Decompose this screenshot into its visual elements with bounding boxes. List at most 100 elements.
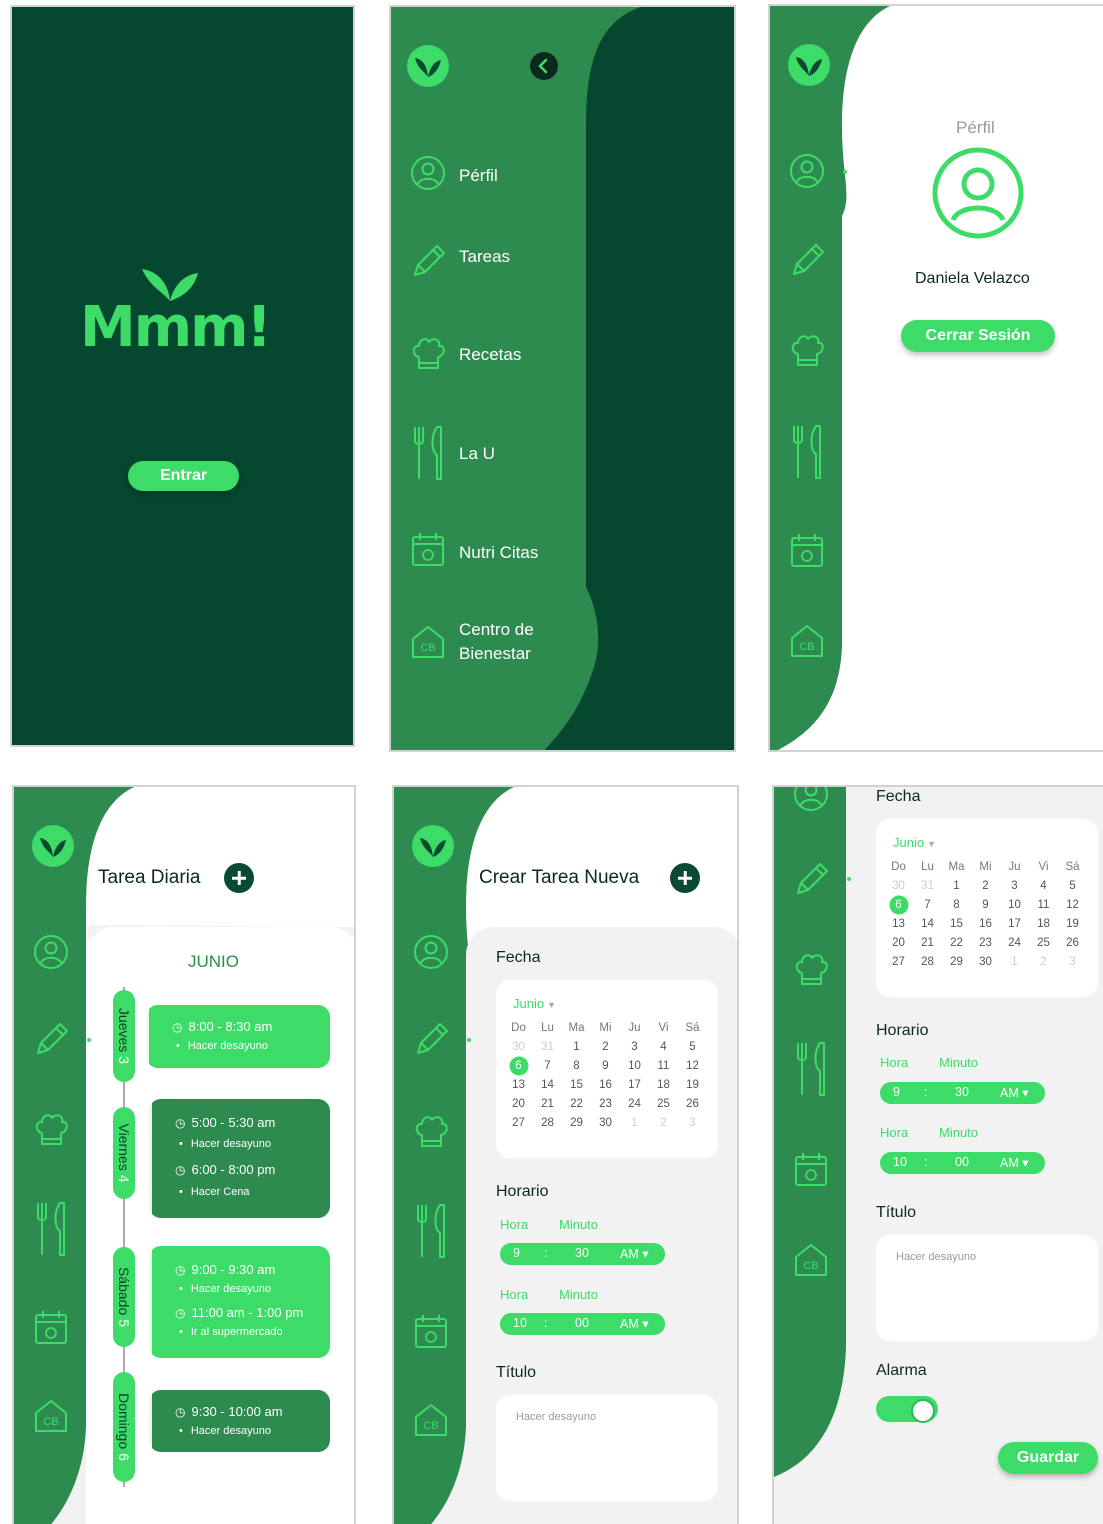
cb-house-icon[interactable]: CB	[32, 1397, 70, 1435]
chef-hat-icon[interactable]	[32, 1111, 70, 1149]
calendar-day[interactable]: 12	[678, 1058, 707, 1074]
calendar-day[interactable]: 19	[1058, 916, 1087, 932]
calendar-apple-icon[interactable]	[32, 1309, 70, 1347]
calendar-day[interactable]: 17	[620, 1077, 649, 1093]
calendar-day[interactable]: 27	[884, 954, 913, 970]
calendar-day[interactable]: 23	[971, 935, 1000, 951]
user-icon[interactable]	[788, 152, 826, 190]
calendar-day[interactable]: 17	[1000, 916, 1029, 932]
cb-house-icon[interactable]: CB	[412, 1401, 450, 1439]
fork-knife-icon[interactable]	[788, 424, 826, 480]
calendar-day[interactable]: 9	[591, 1058, 620, 1074]
calendar-day[interactable]: 30	[884, 878, 913, 894]
save-button[interactable]: Guardar	[998, 1442, 1098, 1474]
alarm-toggle[interactable]	[876, 1396, 938, 1423]
calendar-day[interactable]: 31	[913, 878, 942, 894]
calendar-day[interactable]: 25	[649, 1096, 678, 1112]
calendar-day[interactable]: 29	[562, 1115, 591, 1131]
task-card[interactable]: 9:00 - 9:30 am Hacer desayuno 11:00 am -…	[149, 1246, 330, 1358]
calendar-day[interactable]: 1	[942, 878, 971, 894]
end-time-picker[interactable]: 10 : 00 AM ▾	[880, 1152, 1045, 1174]
end-time-picker[interactable]: 10 : 00 AM ▾	[500, 1313, 665, 1335]
calendar-day[interactable]: 24	[1000, 935, 1029, 951]
fork-knife-icon[interactable]	[32, 1201, 70, 1257]
calendar-day[interactable]: 25	[1029, 935, 1058, 951]
calendar-day[interactable]: 22	[942, 935, 971, 951]
calendar-day[interactable]: 1	[562, 1039, 591, 1055]
calendar-day[interactable]: 10	[1000, 897, 1029, 913]
calendar-day[interactable]: 11	[649, 1058, 678, 1074]
calendar-day[interactable]: 3	[678, 1115, 707, 1131]
title-input[interactable]: Hacer desayuno	[496, 1395, 718, 1501]
pencil-icon[interactable]	[792, 861, 830, 899]
calendar-grid[interactable]: Do Lu Ma Mi Ju Vi Sá 30 31 1 2 3 4 5 6 7 8 9 10 11 12 13 14 15 1…	[504, 1020, 707, 1131]
calendar-day[interactable]: 12	[1058, 897, 1087, 913]
calendar-day[interactable]: 18	[1029, 916, 1058, 932]
app-logo-icon[interactable]	[788, 44, 830, 86]
calendar-day[interactable]: 15	[942, 916, 971, 932]
pencil-icon[interactable]	[788, 242, 826, 280]
calendar-apple-icon[interactable]	[792, 1151, 830, 1189]
calendar-day[interactable]: 30	[591, 1115, 620, 1131]
task-card[interactable]: 8:00 - 8:30 am Hacer desayuno	[146, 1005, 330, 1068]
calendar-day[interactable]: 13	[884, 916, 913, 932]
calendar-day[interactable]: 15	[562, 1077, 591, 1093]
chef-hat-icon[interactable]	[792, 951, 830, 989]
calendar-day[interactable]: 10	[620, 1058, 649, 1074]
user-icon[interactable]	[412, 933, 450, 971]
calendar-day[interactable]: 19	[678, 1077, 707, 1093]
calendar-day-selected[interactable]: 6	[504, 1058, 533, 1074]
calendar-day[interactable]: 3	[620, 1039, 649, 1055]
calendar-day[interactable]: 31	[533, 1039, 562, 1055]
calendar-day[interactable]: 2	[971, 878, 1000, 894]
chef-hat-icon[interactable]	[412, 1113, 450, 1151]
calendar-day[interactable]: 8	[562, 1058, 591, 1074]
calendar-day[interactable]: 1	[1000, 954, 1029, 970]
calendar-day[interactable]: 8	[942, 897, 971, 913]
calendar-day[interactable]: 2	[649, 1115, 678, 1131]
cb-house-icon[interactable]: CB	[788, 622, 826, 660]
calendar-day[interactable]: 28	[533, 1115, 562, 1131]
calendar-day[interactable]: 3	[1058, 954, 1087, 970]
calendar-day[interactable]: 23	[591, 1096, 620, 1112]
calendar-day[interactable]: 4	[649, 1039, 678, 1055]
fork-knife-icon[interactable]	[792, 1041, 830, 1097]
calendar-day[interactable]: 7	[913, 897, 942, 913]
calendar-day[interactable]: 21	[913, 935, 942, 951]
app-logo-icon[interactable]	[412, 825, 454, 867]
calendar-day[interactable]: 20	[504, 1096, 533, 1112]
start-time-picker[interactable]: 9 : 30 AM ▾	[880, 1082, 1045, 1104]
calendar-day[interactable]: 5	[1058, 878, 1087, 894]
task-card[interactable]: 9:30 - 10:00 am Hacer desayuno	[149, 1390, 330, 1452]
calendar-day[interactable]: 13	[504, 1077, 533, 1093]
calendar-day[interactable]: 28	[913, 954, 942, 970]
calendar-day[interactable]: 7	[533, 1058, 562, 1074]
calendar-day[interactable]: 26	[1058, 935, 1087, 951]
calendar-day[interactable]: 14	[533, 1077, 562, 1093]
pencil-icon[interactable]	[32, 1021, 70, 1059]
calendar-apple-icon[interactable]	[788, 532, 826, 570]
calendar-day-selected[interactable]: 6	[884, 897, 913, 913]
fork-knife-icon[interactable]	[412, 1203, 450, 1259]
calendar-day[interactable]: 21	[533, 1096, 562, 1112]
user-icon[interactable]	[792, 785, 830, 813]
calendar-day[interactable]: 30	[504, 1039, 533, 1055]
app-logo-icon[interactable]	[407, 45, 449, 87]
app-logo-icon[interactable]	[32, 825, 74, 867]
calendar-day[interactable]: 4	[1029, 878, 1058, 894]
calendar-day[interactable]: 9	[971, 897, 1000, 913]
calendar-day[interactable]: 20	[884, 935, 913, 951]
calendar-day[interactable]: 22	[562, 1096, 591, 1112]
add-task-button[interactable]	[224, 863, 254, 893]
calendar-day[interactable]: 16	[971, 916, 1000, 932]
calendar-day[interactable]: 2	[1029, 954, 1058, 970]
task-card[interactable]: 5:00 - 5:30 am Hacer desayuno 6:00 - 8:0…	[149, 1099, 330, 1218]
calendar-day[interactable]: 30	[971, 954, 1000, 970]
calendar-day[interactable]: 16	[591, 1077, 620, 1093]
calendar-day[interactable]: 27	[504, 1115, 533, 1131]
calendar-day[interactable]: 5	[678, 1039, 707, 1055]
calendar-month-select[interactable]: Junio ▼	[893, 835, 936, 850]
calendar-day[interactable]: 26	[678, 1096, 707, 1112]
enter-button[interactable]: Entrar	[128, 461, 239, 491]
calendar-day[interactable]: 2	[591, 1039, 620, 1055]
